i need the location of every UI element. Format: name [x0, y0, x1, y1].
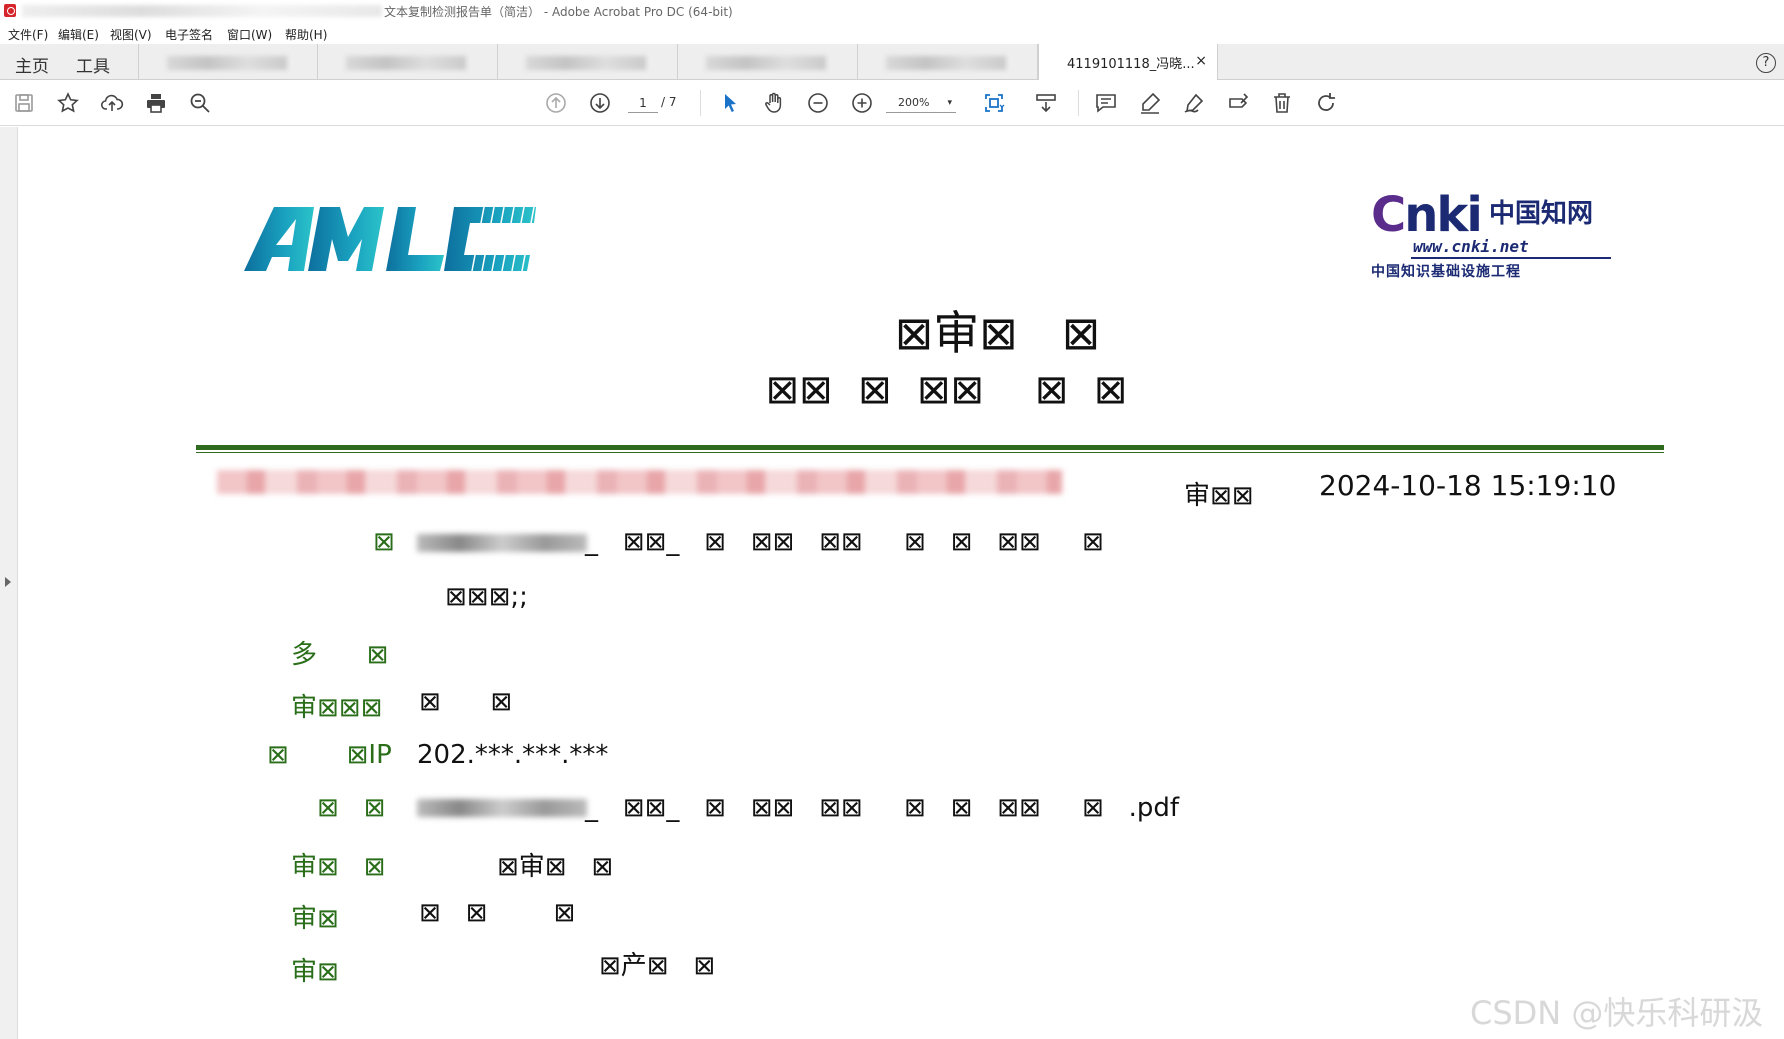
page-up-icon[interactable]: [544, 91, 568, 115]
scroll-mode-icon[interactable]: [1034, 91, 1058, 115]
field-label: 审⊠⊠⊠: [291, 693, 383, 723]
search-zoom-icon[interactable]: [188, 91, 212, 115]
report-title: ⊠审⊠ ⊠: [894, 306, 1101, 360]
fit-page-icon[interactable]: [982, 91, 1006, 115]
edit-text-icon[interactable]: [1226, 91, 1250, 115]
acrobat-app-icon: [4, 4, 16, 17]
toolbar-separator: [1078, 90, 1079, 116]
page-total: / 7: [661, 95, 677, 109]
menu-file[interactable]: 文件(F): [8, 26, 48, 43]
close-tab-icon[interactable]: ×: [1195, 53, 1207, 69]
check-time-value: 2024-10-18 15:19:10: [1319, 469, 1617, 502]
blurred-tab-title: [346, 56, 466, 70]
field-value: _ ⊠⊠_ ⊠ ⊠⊠ ⊠⊠ ⊠ ⊠ ⊠⊠ ⊠ .pdf: [585, 793, 1180, 823]
field-label: 多 ⊠: [291, 640, 389, 670]
menu-esign[interactable]: 电子签名: [165, 26, 213, 43]
field-label: ⊠: [373, 527, 395, 557]
delete-icon[interactable]: [1270, 91, 1294, 115]
blurred-filename: [22, 5, 382, 17]
toolbar-separator: [700, 90, 701, 116]
field-label: 审⊠ ⊠: [291, 852, 386, 882]
page-number-input[interactable]: 1: [628, 93, 658, 113]
field-value: 202.***.***.***: [417, 740, 609, 770]
window-title: 文本复制检测报告单（简洁） - Adobe Acrobat Pro DC (64…: [384, 5, 733, 19]
chevron-down-icon: ▾: [947, 98, 952, 108]
cnki-logo: Cnki 中国知网 www.cnki.net 中国知识基础设施工程: [1371, 187, 1611, 280]
field-value: _ ⊠⊠_ ⊠ ⊠⊠ ⊠⊠ ⊠ ⊠ ⊠⊠ ⊠: [585, 527, 1104, 557]
field-label: 审⊠: [291, 904, 339, 934]
tab-tools[interactable]: 工具: [76, 52, 110, 77]
zoom-select[interactable]: 200% ▾: [886, 93, 956, 113]
doc-tab-4[interactable]: [678, 44, 858, 80]
csdn-watermark: CSDN @快乐科研汲: [1470, 994, 1764, 1032]
field-value: ⊠⊠⊠;;: [445, 582, 528, 612]
menu-bar: 文件(F) 编辑(E) 视图(V) 电子签名 窗口(W) 帮助(H): [0, 22, 1784, 44]
doc-tab-2[interactable]: [318, 44, 498, 80]
page-down-icon[interactable]: [588, 91, 612, 115]
select-cursor-icon[interactable]: [718, 91, 742, 115]
active-tab-label: 4119101118_冯晓...: [1067, 57, 1195, 72]
main-toolbar: 1 / 7 200% ▾: [0, 80, 1784, 126]
tab-home[interactable]: 主页: [15, 52, 49, 77]
field-value: ⊠ ⊠ ⊠: [419, 898, 576, 928]
save-icon[interactable]: [12, 91, 36, 115]
title-bar: 文本复制检测报告单（简洁） - Adobe Acrobat Pro DC (64…: [0, 0, 1784, 22]
blurred-tab-title: [706, 56, 826, 70]
undo-icon[interactable]: [1314, 91, 1338, 115]
doc-tab-active[interactable]: 4119101118_冯晓... ×: [1038, 44, 1218, 81]
field-value: ⊠审⊠ ⊠: [497, 852, 614, 882]
report-subtitle: ⊠⊠ ⊠ ⊠⊠ ⊠ ⊠: [765, 367, 1128, 413]
upload-cloud-icon[interactable]: [100, 91, 124, 115]
field-label: ⊠ ⊠: [317, 793, 386, 823]
doc-tab-3[interactable]: [498, 44, 678, 80]
check-time-label: 审⊠⊠: [1184, 481, 1254, 511]
bookmark-star-icon[interactable]: [56, 91, 80, 115]
tab-bar: 主页 工具 4119101118_冯晓... × ?: [0, 44, 1784, 81]
menu-edit[interactable]: 编辑(E): [58, 26, 99, 43]
zoom-value: 200%: [898, 96, 930, 109]
field-label: ⊠ ⊠IP: [267, 740, 392, 770]
redacted-value: [417, 799, 587, 817]
amlc-logo: [244, 206, 536, 272]
doc-tab-5[interactable]: [858, 44, 1038, 80]
divider: [196, 452, 1664, 453]
menu-view[interactable]: 视图(V): [110, 26, 152, 43]
print-icon[interactable]: [144, 91, 168, 115]
zoom-out-icon[interactable]: [806, 91, 830, 115]
doc-tab-1[interactable]: [138, 44, 318, 80]
divider: [196, 445, 1664, 450]
sign-icon[interactable]: [1182, 91, 1206, 115]
menu-window[interactable]: 窗口(W): [227, 26, 272, 43]
zoom-in-icon[interactable]: [850, 91, 874, 115]
highlight-icon[interactable]: [1138, 91, 1162, 115]
blurred-tab-title: [886, 56, 1006, 70]
help-icon[interactable]: ?: [1756, 53, 1776, 73]
comment-icon[interactable]: [1094, 91, 1118, 115]
blurred-tab-title: [526, 56, 646, 70]
field-label: 审⊠: [291, 957, 339, 987]
menu-help[interactable]: 帮助(H): [285, 26, 327, 43]
redacted-report-id: [217, 470, 1062, 494]
field-value: ⊠ ⊠: [419, 687, 513, 717]
left-panel-strip: [0, 127, 18, 1039]
blurred-tab-title: [167, 56, 287, 70]
hand-icon[interactable]: [762, 91, 786, 115]
field-value: ⊠产⊠ ⊠: [599, 951, 716, 981]
redacted-value: [417, 534, 587, 552]
expand-panel-icon[interactable]: [5, 577, 11, 587]
document-page: Cnki 中国知网 www.cnki.net 中国知识基础设施工程 ⊠ 审⊠ ⊠ …: [19, 127, 1784, 1039]
